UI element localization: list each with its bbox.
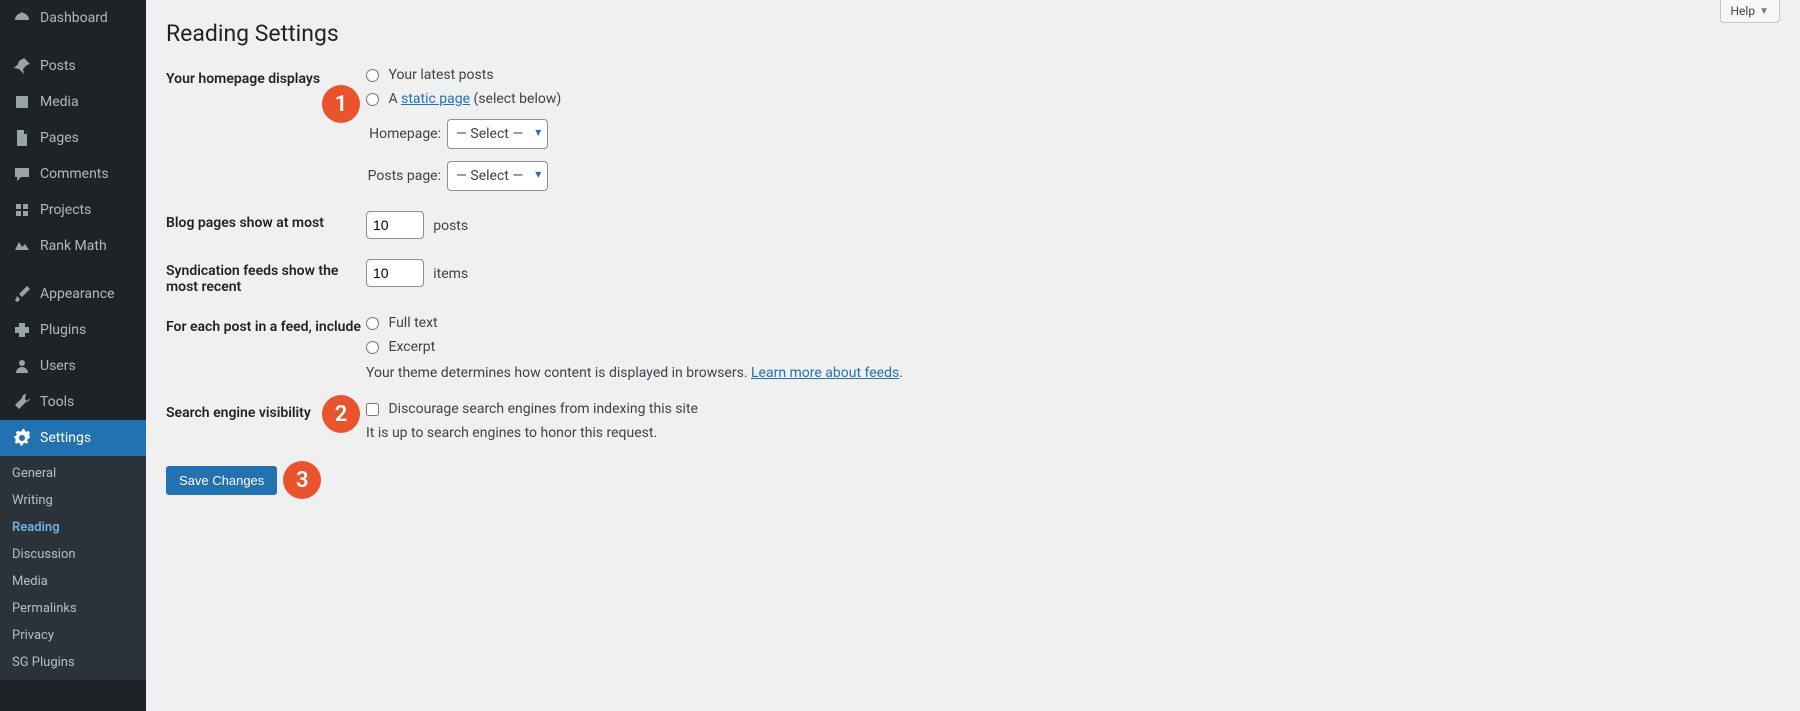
feed-note-suffix: . bbox=[899, 365, 903, 381]
plugin-icon bbox=[12, 320, 32, 340]
row-blog-pages: Blog pages show at most posts bbox=[166, 211, 1780, 239]
submenu-privacy[interactable]: Privacy bbox=[0, 622, 146, 649]
search-engine-note: It is up to search engines to honor this… bbox=[366, 425, 1780, 441]
sidebar-item-comments[interactable]: Comments bbox=[0, 156, 146, 192]
sidebar-item-posts[interactable]: Posts bbox=[0, 48, 146, 84]
row-homepage-displays: Your homepage displays 1 Your latest pos… bbox=[166, 67, 1780, 191]
feed-note: Your theme determines how content is dis… bbox=[366, 365, 1780, 381]
save-changes-button[interactable]: Save Changes bbox=[166, 466, 277, 495]
sidebar-item-label: Plugins bbox=[40, 322, 86, 338]
row-syndication: Syndication feeds show the most recent i… bbox=[166, 259, 1780, 295]
user-icon bbox=[12, 356, 32, 376]
submenu-media[interactable]: Media bbox=[0, 568, 146, 595]
project-icon bbox=[12, 200, 32, 220]
submenu-sg-plugins[interactable]: SG Plugins bbox=[0, 649, 146, 676]
main-content: Help ▼ Reading Settings Your homepage di… bbox=[146, 0, 1800, 711]
radio-excerpt-label[interactable]: Excerpt bbox=[366, 339, 1780, 355]
comment-icon bbox=[12, 164, 32, 184]
radio-static-page-label[interactable]: A static page (select below) bbox=[366, 91, 1780, 107]
help-label: Help bbox=[1731, 4, 1756, 18]
homepage-select[interactable]: — Select — bbox=[447, 119, 548, 149]
submenu-reading[interactable]: Reading bbox=[0, 514, 146, 541]
annotation-badge-1: 1 bbox=[322, 85, 360, 123]
sidebar-item-label: Comments bbox=[40, 166, 109, 182]
sidebar-item-label: Media bbox=[40, 94, 79, 110]
radio-full-text[interactable] bbox=[366, 317, 379, 330]
posts-page-select-value: — Select — bbox=[456, 168, 523, 184]
row-feed-include: For each post in a feed, include Full te… bbox=[166, 315, 1780, 381]
learn-more-feeds-link[interactable]: Learn more about feeds bbox=[751, 365, 899, 381]
syndication-suffix: items bbox=[433, 266, 468, 282]
sidebar-item-tools[interactable]: Tools bbox=[0, 384, 146, 420]
sidebar-item-settings[interactable]: Settings bbox=[0, 420, 146, 456]
page-icon bbox=[12, 128, 32, 148]
syndication-input[interactable] bbox=[366, 259, 424, 287]
blog-pages-input[interactable] bbox=[366, 211, 424, 239]
radio-static-prefix: A bbox=[388, 91, 401, 107]
row-save: Save Changes 3 bbox=[166, 461, 1780, 499]
sidebar-item-projects[interactable]: Projects bbox=[0, 192, 146, 228]
sidebar-item-users[interactable]: Users bbox=[0, 348, 146, 384]
sidebar-item-appearance[interactable]: Appearance bbox=[0, 276, 146, 312]
posts-page-select[interactable]: — Select — bbox=[447, 161, 548, 191]
gear-icon bbox=[12, 428, 32, 448]
submenu-discussion[interactable]: Discussion bbox=[0, 541, 146, 568]
sidebar-item-label: Pages bbox=[40, 130, 79, 146]
radio-excerpt-text: Excerpt bbox=[388, 339, 435, 355]
tool-icon bbox=[12, 392, 32, 412]
sidebar-item-label: Appearance bbox=[40, 286, 114, 302]
dashboard-icon bbox=[12, 8, 32, 28]
sidebar-item-plugins[interactable]: Plugins bbox=[0, 312, 146, 348]
sidebar-item-label: Projects bbox=[40, 202, 91, 218]
label-blog-pages: Blog pages show at most bbox=[166, 211, 366, 231]
blog-pages-suffix: posts bbox=[433, 218, 468, 234]
radio-latest-posts-label[interactable]: Your latest posts bbox=[366, 67, 1780, 83]
submenu-writing[interactable]: Writing bbox=[0, 487, 146, 514]
static-page-link[interactable]: static page bbox=[401, 91, 470, 107]
row-search-engine: Search engine visibility 2 Discourage se… bbox=[166, 401, 1780, 441]
radio-latest-posts-text: Your latest posts bbox=[388, 67, 493, 83]
sidebar-item-dashboard[interactable]: Dashboard bbox=[0, 0, 146, 36]
checkbox-discourage[interactable] bbox=[366, 403, 379, 416]
sidebar-item-pages[interactable]: Pages bbox=[0, 120, 146, 156]
label-feed-include: For each post in a feed, include bbox=[166, 315, 366, 335]
brush-icon bbox=[12, 284, 32, 304]
radio-full-text-text: Full text bbox=[388, 315, 437, 331]
label-homepage-displays: Your homepage displays bbox=[166, 67, 366, 87]
posts-page-select-label: Posts page: bbox=[366, 168, 441, 184]
checkbox-discourage-text: Discourage search engines from indexing … bbox=[388, 401, 697, 417]
rankmath-icon bbox=[12, 236, 32, 256]
sidebar-item-label: Rank Math bbox=[40, 238, 107, 254]
annotation-badge-3: 3 bbox=[283, 461, 321, 499]
sidebar-item-rank-math[interactable]: Rank Math bbox=[0, 228, 146, 264]
sidebar-item-label: Posts bbox=[40, 58, 76, 74]
radio-latest-posts[interactable] bbox=[366, 69, 379, 82]
radio-static-suffix: (select below) bbox=[470, 91, 561, 107]
homepage-select-label: Homepage: bbox=[366, 126, 441, 142]
feed-note-prefix: Your theme determines how content is dis… bbox=[366, 365, 751, 381]
page-title: Reading Settings bbox=[166, 20, 1780, 47]
annotation-badge-2: 2 bbox=[322, 395, 360, 433]
sidebar-item-label: Dashboard bbox=[40, 10, 108, 26]
help-tab[interactable]: Help ▼ bbox=[1720, 0, 1781, 23]
label-syndication: Syndication feeds show the most recent bbox=[166, 259, 366, 295]
settings-submenu: General Writing Reading Discussion Media… bbox=[0, 456, 146, 680]
submenu-general[interactable]: General bbox=[0, 460, 146, 487]
submenu-permalinks[interactable]: Permalinks bbox=[0, 595, 146, 622]
homepage-select-value: — Select — bbox=[456, 126, 523, 142]
radio-excerpt[interactable] bbox=[366, 341, 379, 354]
checkbox-discourage-label[interactable]: Discourage search engines from indexing … bbox=[366, 401, 1780, 417]
radio-static-page[interactable] bbox=[366, 93, 379, 106]
pin-icon bbox=[12, 56, 32, 76]
sidebar-item-media[interactable]: Media bbox=[0, 84, 146, 120]
radio-full-text-label[interactable]: Full text bbox=[366, 315, 1780, 331]
admin-sidebar: Dashboard Posts Media Pages Comments Pro… bbox=[0, 0, 146, 711]
sidebar-item-label: Users bbox=[40, 358, 76, 374]
chevron-down-icon: ▼ bbox=[1759, 6, 1769, 17]
media-icon bbox=[12, 92, 32, 112]
sidebar-item-label: Tools bbox=[40, 394, 74, 410]
sidebar-item-label: Settings bbox=[40, 430, 91, 446]
